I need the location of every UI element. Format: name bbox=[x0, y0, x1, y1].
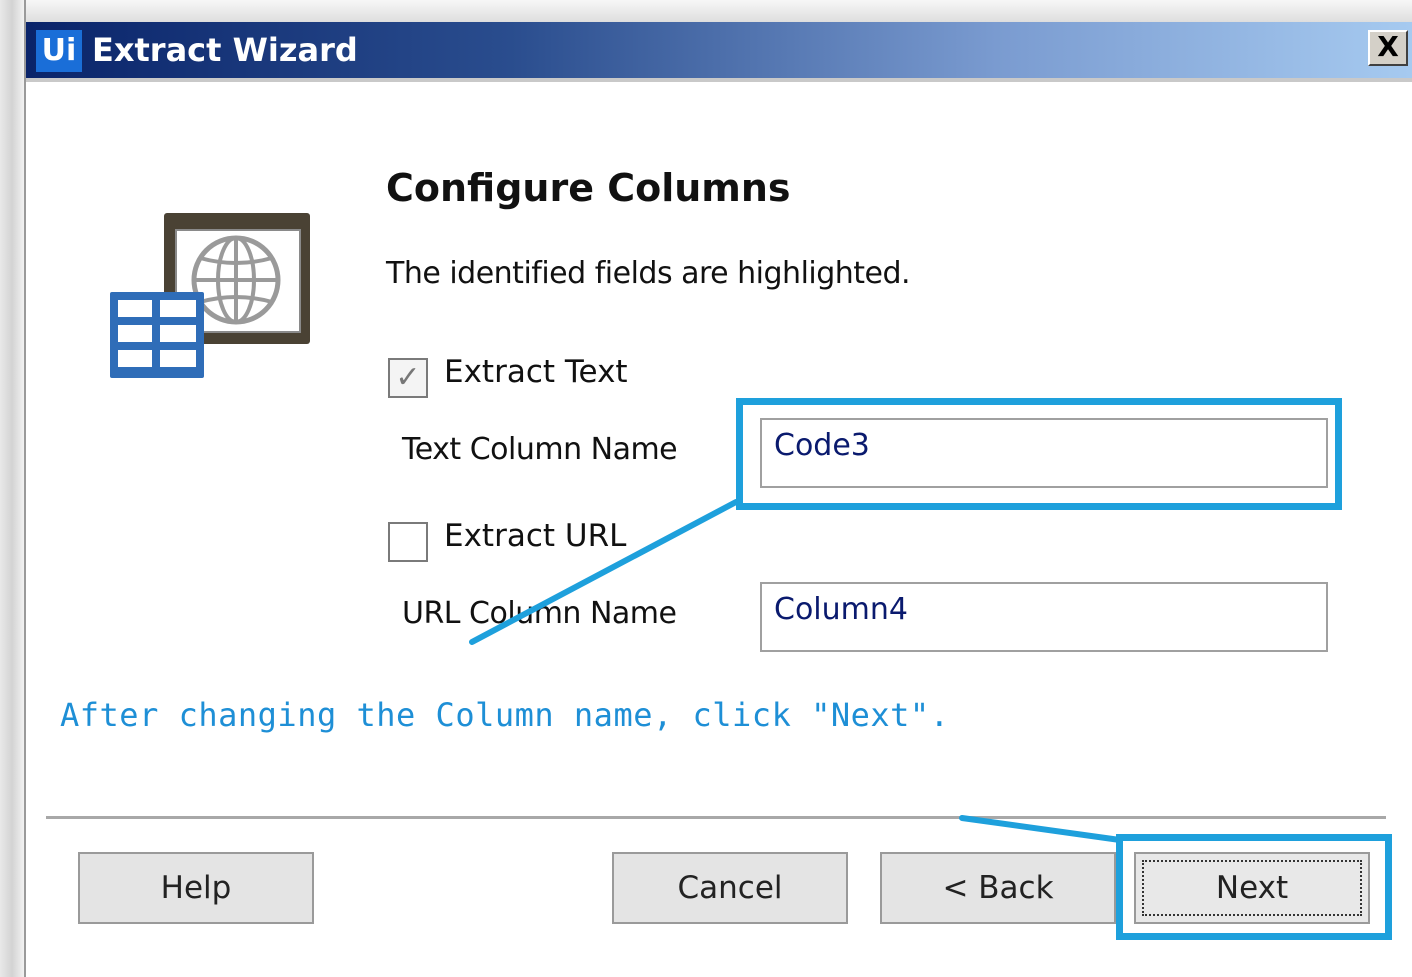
help-button[interactable]: Help bbox=[78, 852, 314, 924]
text-column-name-label: Text Column Name bbox=[402, 432, 678, 467]
annotation-lines bbox=[469, 499, 1123, 843]
next-button-label: Next bbox=[1215, 870, 1289, 906]
back-button[interactable]: < Back bbox=[880, 852, 1116, 924]
extract-wizard-window: Ui Extract Wizard X Configure Columns Th… bbox=[0, 0, 1412, 977]
close-button[interactable]: X bbox=[1368, 30, 1408, 66]
window-title: Extract Wizard bbox=[92, 31, 358, 69]
extract-url-label[interactable]: Extract URL bbox=[444, 518, 626, 554]
window-frame-left bbox=[0, 0, 26, 977]
page-subtitle: The identified fields are highlighted. bbox=[386, 256, 911, 291]
extract-url-checkbox[interactable] bbox=[388, 522, 428, 562]
title-bar-border bbox=[26, 78, 1412, 82]
url-column-name-input[interactable]: Column4 bbox=[760, 582, 1328, 652]
url-column-name-label: URL Column Name bbox=[402, 596, 677, 631]
uipath-logo-icon: Ui bbox=[36, 30, 82, 72]
page-heading: Configure Columns bbox=[386, 166, 791, 210]
table-web-page-icon bbox=[110, 213, 310, 378]
next-button[interactable]: Next bbox=[1134, 852, 1370, 924]
button-area-divider bbox=[46, 816, 1386, 820]
text-column-name-input[interactable]: Code3 bbox=[760, 418, 1328, 488]
annotation-line-next-button bbox=[959, 815, 1123, 843]
title-bar[interactable]: Ui Extract Wizard X bbox=[26, 22, 1412, 78]
cancel-button[interactable]: Cancel bbox=[612, 852, 848, 924]
window-frame-top bbox=[0, 0, 1412, 22]
extract-text-checkbox[interactable]: ✓ bbox=[388, 358, 428, 398]
annotation-instruction-text: After changing the Column name, click "N… bbox=[60, 696, 950, 734]
extract-text-label[interactable]: Extract Text bbox=[444, 354, 628, 390]
